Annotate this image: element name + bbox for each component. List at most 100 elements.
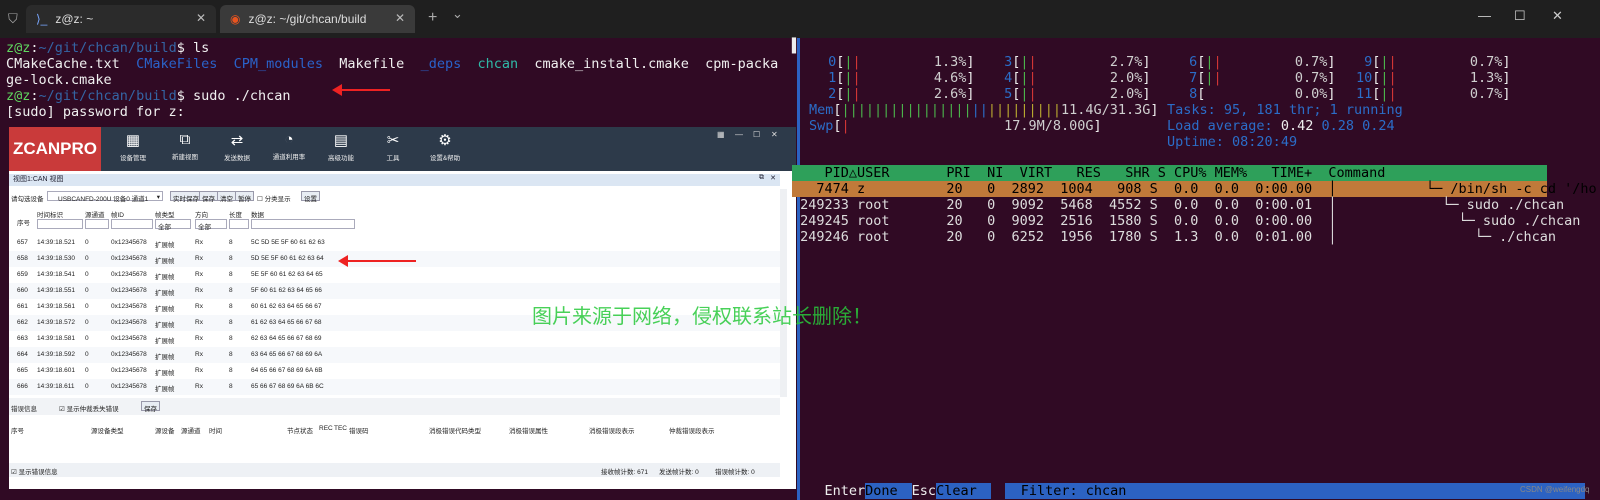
cpu-meter: 6[|| 0.7%] xyxy=(1181,54,1336,70)
table-cell: 659 xyxy=(17,271,28,278)
window-icon: ⧉ xyxy=(179,131,191,148)
tab-build[interactable]: ◉ z@z: ~/git/chcan/build ✕ xyxy=(220,5,415,33)
layout-icon[interactable]: ▦ xyxy=(717,130,725,139)
shield-icon[interactable]: ⛉ xyxy=(8,11,18,27)
cpu-meter: 10[|| 1.3%] xyxy=(1356,70,1511,86)
table-row[interactable]: 657 14:39:18.521 0 0x12345678 扩展帧 Rx 8 5C 5D 5E… xyxy=(9,235,780,251)
table-cell: 8 xyxy=(229,383,233,390)
process-row[interactable]: 249246 root 20 0 6252 1956 1780 S 1.3 0.… xyxy=(792,229,1556,245)
clear-button[interactable]: Clear xyxy=(936,483,991,499)
send-data-button[interactable]: ⇄ 发送数据 xyxy=(211,131,263,162)
table-cell: 14:39:18.541 xyxy=(37,271,75,278)
show-lost-checkbox[interactable]: ☑ 显示仲裁丢失错误 xyxy=(59,403,119,413)
table-cell: 0 xyxy=(85,335,89,342)
tools-button[interactable]: ✂ 工具 xyxy=(367,131,419,162)
table-cell: 14:39:18.521 xyxy=(37,239,75,246)
table-row[interactable]: 664 14:39:18.592 0 0x12345678 扩展帧 Rx 8 63 64 65… xyxy=(9,347,780,363)
category-checkbox[interactable]: ☐ 分类显示 xyxy=(257,193,291,203)
new-view-button[interactable]: ⧉ 新建视图 xyxy=(159,131,211,161)
table-cell: 5D 5E 5F 60 61 62 63 64 xyxy=(251,255,324,262)
time-filter-input[interactable] xyxy=(37,219,83,229)
realtime-save-button[interactable]: 实时保存 xyxy=(170,191,202,203)
minimize-icon[interactable]: — xyxy=(735,130,743,139)
device-select[interactable]: USBCANFD-200U 设备0 通道1 ▾ xyxy=(47,191,163,203)
table-cell: 0x12345678 xyxy=(111,335,147,342)
sudo-password-prompt: [sudo] password for z: xyxy=(6,104,185,120)
table-cell: 扩展帧 xyxy=(155,354,175,361)
close-icon[interactable]: ✕ xyxy=(771,130,778,139)
error-col-header: REC xyxy=(319,425,333,432)
done-button[interactable]: Done xyxy=(865,483,912,499)
table-cell: 0x12345678 xyxy=(111,383,147,390)
bus-usage-button[interactable]: ◔ 通道利用率 xyxy=(263,131,315,161)
table-row[interactable]: 659 14:39:18.541 0 0x12345678 扩展帧 Rx 8 5E 5F 60… xyxy=(9,267,780,283)
table-row[interactable]: 666 14:39:18.611 0 0x12345678 扩展帧 Rx 8 65 66 67… xyxy=(9,379,780,395)
channel-filter-input[interactable] xyxy=(85,219,109,229)
settings-help-button[interactable]: ⚙ 设置&帮助 xyxy=(419,131,471,162)
tab-home[interactable]: ⟩_ z@z: ~ ✕ xyxy=(26,5,216,33)
table-cell: 14:39:18.551 xyxy=(37,287,75,294)
pause-button[interactable]: 暂停 xyxy=(235,191,254,203)
close-icon[interactable]: ✕ xyxy=(196,11,206,25)
settings-button[interactable]: 设置 xyxy=(301,191,320,203)
table-cell: 扩展帧 xyxy=(155,306,175,313)
close-window-icon[interactable]: ✕ xyxy=(1552,8,1563,24)
maximize-icon[interactable]: ☐ xyxy=(753,130,760,139)
save-button[interactable]: 保存 xyxy=(199,191,218,203)
process-row[interactable]: 249233 root 20 0 9092 5468 4552 S 0.0 0.… xyxy=(792,197,1564,213)
watermark-text: 图片来源于网络，侵权联系站长删除！ xyxy=(532,304,872,328)
table-cell: 658 xyxy=(17,255,28,262)
data-filter-input[interactable] xyxy=(251,219,355,229)
table-cell: 660 xyxy=(17,287,28,294)
minimize-icon[interactable]: — xyxy=(1478,8,1491,23)
table-row[interactable]: 658 14:39:18.530 0 0x12345678 扩展帧 Rx 8 5D 5E 5F… xyxy=(9,251,780,267)
process-row[interactable]: 249245 root 20 0 9092 2516 1580 S 0.0 0.… xyxy=(792,213,1580,229)
type-filter-select[interactable]: 全部 xyxy=(155,219,191,231)
table-cell: Rx xyxy=(195,351,203,358)
table-cell: Rx xyxy=(195,319,203,326)
process-header[interactable]: PID△USER PRI NI VIRT RES SHR S CPU% MEM%… xyxy=(792,165,1547,181)
advanced-button[interactable]: ▤ 高级功能 xyxy=(315,131,367,162)
device-manager-button[interactable]: ▦ 设备管理 xyxy=(107,131,159,162)
table-cell: 8 xyxy=(229,287,233,294)
gear-icon: ⚙ xyxy=(438,132,452,149)
htop-pane[interactable]: ▌ 0[|| 1.3%] 1[|| 4.6%] 2[|| 2.6%] 3[|| … xyxy=(792,38,1600,500)
table-cell: 扩展帧 xyxy=(155,274,175,281)
recv-count: 接收帧计数: 671 xyxy=(601,469,648,476)
new-tab-button[interactable]: + xyxy=(428,9,437,27)
length-filter-input[interactable] xyxy=(229,219,249,229)
restore-icon[interactable]: ⧉ xyxy=(759,174,764,182)
table-cell: 0x12345678 xyxy=(111,367,147,374)
csdn-credit: CSDN @weifengdq xyxy=(1520,485,1590,494)
table-cell: Rx xyxy=(195,303,203,310)
filter-field[interactable]: Filter: chcan xyxy=(1004,483,1585,499)
table-row[interactable]: 663 14:39:18.581 0 0x12345678 扩展帧 Rx 8 62 63 64… xyxy=(9,331,780,347)
error-save-button[interactable]: 保存 xyxy=(141,401,160,413)
table-cell: 14:39:18.611 xyxy=(37,383,75,390)
id-filter-input[interactable] xyxy=(111,219,153,229)
direction-filter-select[interactable]: 全部 xyxy=(195,219,227,231)
table-scrollbar[interactable] xyxy=(780,189,787,397)
chevron-down-icon[interactable]: ⌄ xyxy=(452,6,463,22)
close-icon[interactable]: ✕ xyxy=(770,174,776,182)
table-cell: 8 xyxy=(229,255,233,262)
table-cell: 扩展帧 xyxy=(155,258,175,265)
send-count: 发送帧计数: 0 xyxy=(659,469,699,476)
table-cell: 664 xyxy=(17,351,28,358)
clear-button[interactable]: 清空 xyxy=(217,191,236,203)
table-row[interactable]: 665 14:39:18.601 0 0x12345678 扩展帧 Rx 8 64 65 66… xyxy=(9,363,780,379)
close-icon[interactable]: ✕ xyxy=(395,11,405,25)
transfer-icon: ⇄ xyxy=(230,132,244,149)
col-frame-id: 帧ID xyxy=(111,212,124,219)
table-row[interactable]: 660 14:39:18.551 0 0x12345678 扩展帧 Rx 8 5F 60 61… xyxy=(9,283,780,299)
show-errors-checkbox[interactable]: ☑ 显示错误信息 xyxy=(11,466,58,476)
table-cell: 665 xyxy=(17,367,28,374)
red-arrow-annotation xyxy=(338,255,416,267)
error-label: 错误信息 xyxy=(11,406,37,413)
process-row[interactable]: 7474 z 20 0 2892 1004 908 S 0.0 0.0 0:00… xyxy=(792,181,1597,197)
tools-icon: ✂ xyxy=(386,132,400,149)
table-cell: 0 xyxy=(85,303,89,310)
maximize-icon[interactable]: ☐ xyxy=(1514,8,1526,24)
cpu-meter: 8[ 0.0%] xyxy=(1181,86,1336,102)
ls-output-wrap: ge-lock.cmake xyxy=(6,72,112,88)
